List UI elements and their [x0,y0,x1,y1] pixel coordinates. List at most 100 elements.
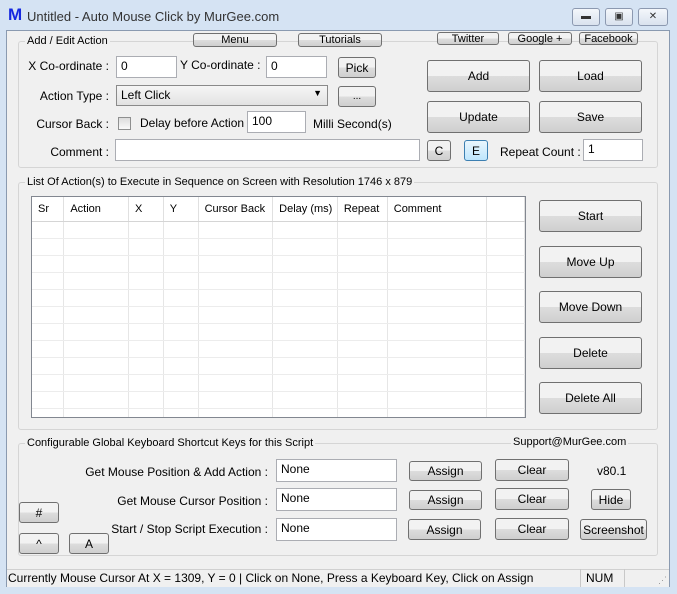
table-cell [272,391,338,409]
cursor-back-checkbox[interactable] [118,117,131,130]
twitter-button[interactable]: Twitter [437,32,499,45]
column-header-delay[interactable]: Delay (ms) [272,197,338,222]
column-header-action[interactable]: Action [63,197,130,222]
hide-button[interactable]: Hide [591,489,631,510]
table-cell [272,357,338,375]
facebook-button[interactable]: Facebook [579,32,638,45]
table-cell [198,255,274,273]
x-coordinate-input[interactable]: 0 [116,56,177,78]
load-button[interactable]: Load [539,60,642,92]
start-button[interactable]: Start [539,200,642,232]
table-cell [486,289,525,307]
comment-input[interactable] [115,139,420,161]
shortcut-input-cursor-position[interactable]: None [276,488,397,511]
window-title: Untitled - Auto Mouse Click by MurGee.co… [27,9,280,24]
a-button[interactable]: A [69,533,109,554]
table-cell [337,391,388,409]
table-cell [128,272,164,290]
close-button[interactable]: ✕ [638,8,668,26]
clear-button-start-stop[interactable]: Clear [495,518,569,540]
table-cell [198,391,274,409]
table-row-empty [32,306,525,324]
clear-button-cursor-position[interactable]: Clear [495,488,569,510]
hash-button[interactable]: # [19,502,59,523]
table-cell [32,238,65,256]
table-cell [486,238,525,256]
table-cell [163,272,199,290]
assign-button-cursor-position[interactable]: Assign [409,490,482,510]
save-button[interactable]: Save [539,101,642,133]
table-cell [486,408,525,417]
column-header-sr[interactable]: Sr [32,197,65,222]
table-cell [63,221,130,239]
delete-button[interactable]: Delete [539,337,642,369]
add-button[interactable]: Add [427,60,530,92]
google-plus-button[interactable]: Google + [508,32,572,45]
action-type-select[interactable]: Left Click ▼ [116,85,328,106]
table-cell [128,289,164,307]
clear-button-add-action[interactable]: Clear [495,459,569,481]
table-cell [163,357,199,375]
table-cell [486,255,525,273]
table-row-empty [32,272,525,290]
table-row-empty [32,323,525,341]
table-cell [387,289,488,307]
table-cell [128,374,164,392]
caret-button[interactable]: ^ [19,533,59,554]
table-cell [486,340,525,358]
maximize-button[interactable]: ▣ [605,8,633,26]
table-cell [198,323,274,341]
minimize-button[interactable]: ▬ [572,8,600,26]
pick-button[interactable]: Pick [338,57,376,78]
move-down-button[interactable]: Move Down [539,291,642,323]
more-options-button[interactable]: ... [338,86,376,107]
table-cell [128,323,164,341]
table-cell [163,289,199,307]
table-cell [163,408,199,417]
shortcut-input-start-stop[interactable]: None [276,518,397,541]
action-list-table[interactable]: Sr Action X Y Cursor Back Delay (ms) Rep… [31,196,526,418]
table-header: Sr Action X Y Cursor Back Delay (ms) Rep… [32,197,525,222]
e-button[interactable]: E [464,140,488,161]
add-edit-group-label: Add / Edit Action [25,35,110,47]
chevron-down-icon: ▼ [313,88,322,98]
num-lock-indicator: NUM [580,569,625,587]
delete-all-button[interactable]: Delete All [539,382,642,414]
assign-button-add-action[interactable]: Assign [409,461,482,481]
table-cell [163,238,199,256]
update-button[interactable]: Update [427,101,530,133]
table-cell [63,391,130,409]
table-cell [163,340,199,358]
move-up-button[interactable]: Move Up [539,246,642,278]
table-cell [387,408,488,417]
delay-unit-label: Milli Second(s) [313,117,392,131]
tutorials-button[interactable]: Tutorials [298,33,382,47]
table-cell [63,238,130,256]
table-cell [32,357,65,375]
table-cell [163,221,199,239]
assign-button-start-stop[interactable]: Assign [408,519,481,540]
table-cell [198,221,274,239]
table-cell [387,221,488,239]
resize-grip-icon[interactable]: ⋰ [658,575,667,586]
column-header-x[interactable]: X [128,197,164,222]
menu-button[interactable]: Menu [193,33,277,47]
repeat-count-input[interactable]: 1 [583,139,643,161]
y-coordinate-input[interactable]: 0 [266,56,327,78]
column-header-cursor-back[interactable]: Cursor Back [198,197,274,222]
support-email[interactable]: Support@MurGee.com [511,436,629,448]
shortcut-input-add-action[interactable]: None [276,459,397,482]
column-header-repeat[interactable]: Repeat [337,197,388,222]
table-cell [32,221,65,239]
table-row-empty [32,289,525,307]
c-button[interactable]: C [427,140,451,161]
table-cell [272,306,338,324]
column-header-comment[interactable]: Comment [387,197,488,222]
table-cell [486,391,525,409]
table-cell [63,289,130,307]
table-cell [63,272,130,290]
column-header-y[interactable]: Y [163,197,199,222]
delay-input[interactable]: 100 [247,111,306,133]
table-cell [387,340,488,358]
screenshot-button[interactable]: Screenshot [580,519,647,540]
